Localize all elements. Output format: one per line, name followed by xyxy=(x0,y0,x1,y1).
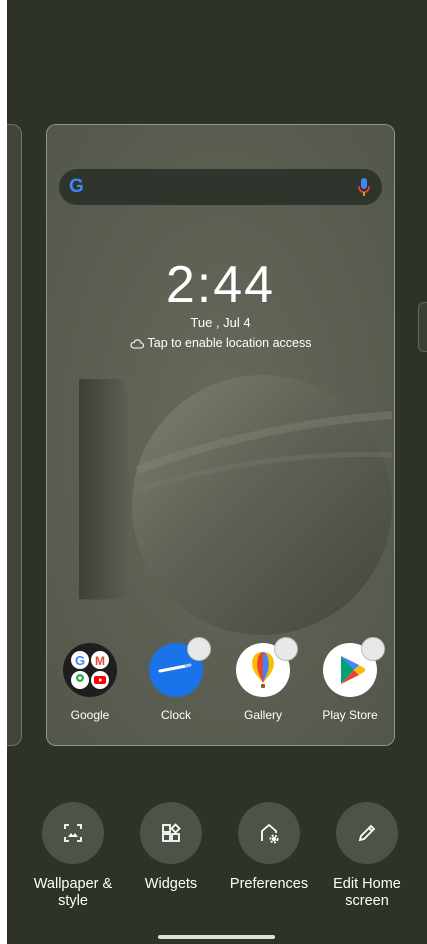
next-page-preview[interactable] xyxy=(418,302,427,352)
date-text: Tue , Jul 4 xyxy=(190,315,251,330)
pencil-icon xyxy=(336,802,398,864)
google-folder-icon: G M xyxy=(63,643,117,697)
remove-badge[interactable] xyxy=(361,637,385,661)
app-label: Google xyxy=(70,708,110,722)
wallpaper-icon xyxy=(42,802,104,864)
remove-badge[interactable] xyxy=(274,637,298,661)
widgets-icon xyxy=(140,802,202,864)
action-label: Edit Home screen xyxy=(333,876,401,909)
app-label: Gallery xyxy=(243,708,282,722)
home-edit-screen: G 2:44 Tue , Jul 4 Tap to enable locatio… xyxy=(7,0,427,944)
edit-home-screen-button[interactable]: Edit Home screen xyxy=(317,802,417,910)
play-store-icon xyxy=(323,637,385,697)
widgets-button[interactable]: Widgets xyxy=(121,802,221,893)
app-gallery[interactable]: Gallery xyxy=(223,637,303,722)
location-text: Tap to enable location access xyxy=(147,336,312,350)
home-settings-icon xyxy=(238,802,300,864)
microphone-icon[interactable] xyxy=(358,178,370,196)
google-search-bar[interactable]: G xyxy=(59,169,382,205)
clock-icon xyxy=(149,637,211,697)
gallery-balloon-icon xyxy=(236,637,298,697)
preferences-button[interactable]: Preferences xyxy=(219,802,319,893)
app-play-store[interactable]: Play Store xyxy=(310,637,390,722)
wallpaper-style-button[interactable]: Wallpaper & style xyxy=(23,802,123,910)
action-label: Widgets xyxy=(144,876,198,892)
action-label: Preferences xyxy=(229,876,309,892)
previous-page-preview[interactable] xyxy=(7,124,22,746)
google-logo-icon: G xyxy=(69,176,84,197)
remove-badge[interactable] xyxy=(187,637,211,661)
app-google-folder[interactable]: G M Google xyxy=(50,643,130,722)
home-indicator[interactable] xyxy=(158,935,275,939)
location-prompt[interactable]: Tap to enable location access xyxy=(47,336,394,350)
svg-text:M: M xyxy=(95,654,105,668)
app-row: G M Google Clock Gallery Play Store xyxy=(47,637,394,733)
app-label: Play Store xyxy=(322,708,378,722)
svg-text:G: G xyxy=(75,653,85,668)
home-screen-preview[interactable]: G 2:44 Tue , Jul 4 Tap to enable locatio… xyxy=(46,124,395,746)
cloud-icon xyxy=(129,339,144,349)
home-actions-bar: Wallpaper & style Widgets Preferences Ed… xyxy=(7,802,427,912)
clock-time: 2:44 xyxy=(165,256,276,314)
app-label: Clock xyxy=(160,708,191,722)
action-label: Wallpaper & style xyxy=(33,876,113,909)
app-clock[interactable]: Clock xyxy=(136,637,216,722)
